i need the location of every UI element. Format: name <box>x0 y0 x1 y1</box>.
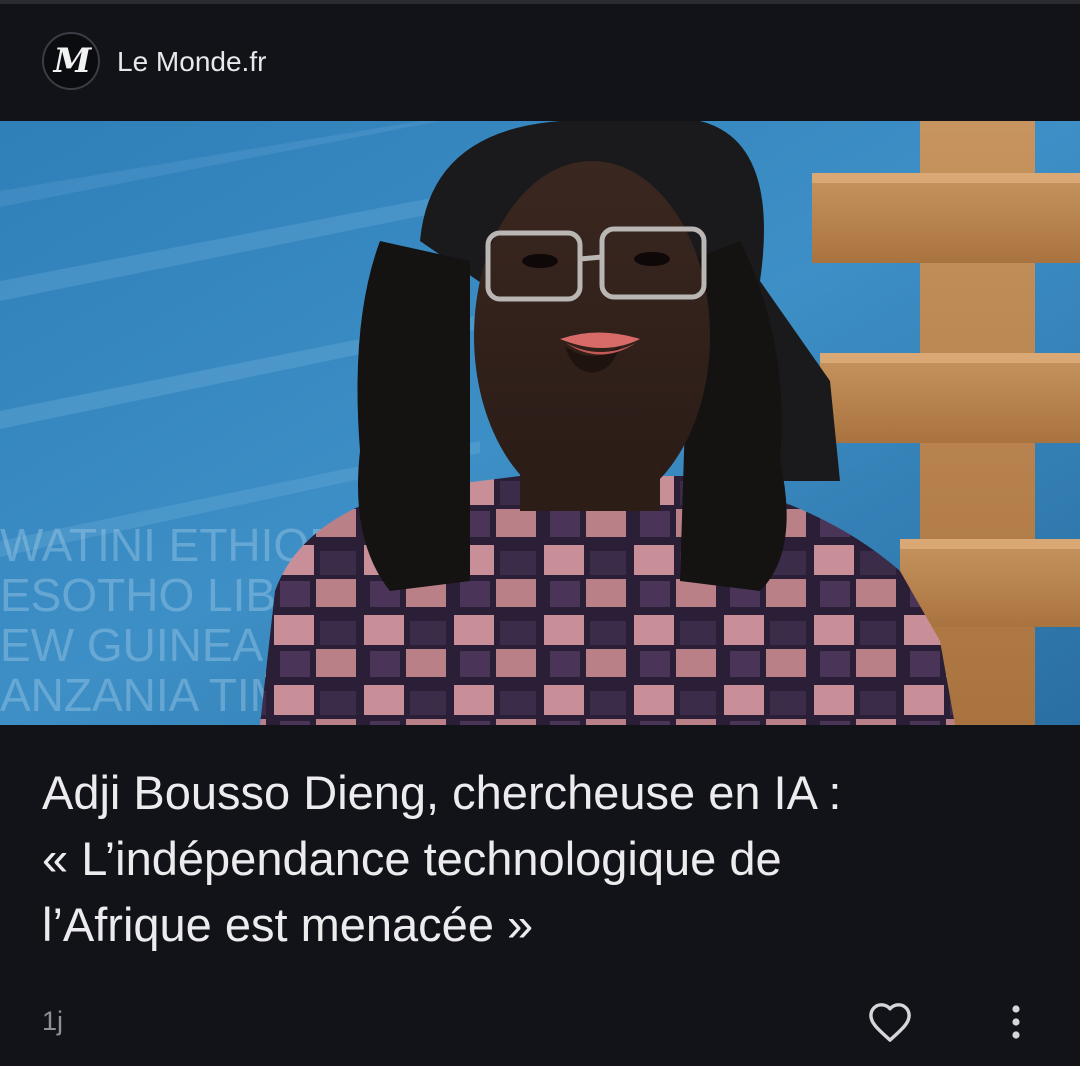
bg-word-4: ANZANIA TIM <box>0 669 288 721</box>
news-card[interactable]: M Le Monde.fr WATINI ETHIOP ESOTHO LIBE … <box>0 0 1080 1066</box>
headline-line-3: l’Afrique est menacée » <box>42 898 534 951</box>
article-age: 1j <box>42 1006 64 1036</box>
like-button[interactable] <box>864 996 916 1048</box>
more-options-button[interactable] <box>992 996 1040 1048</box>
source-name: Le Monde.fr <box>117 46 267 77</box>
article-headline[interactable]: Adji Bousso Dieng, chercheuse en IA : « … <box>42 760 1032 958</box>
source-logo: M <box>42 32 100 90</box>
bg-word-1: WATINI ETHIOP <box>0 519 340 571</box>
portrait-photo-icon: WATINI ETHIOP ESOTHO LIBE EW GUINEA P AN… <box>0 121 1080 725</box>
hero-image[interactable]: WATINI ETHIOP ESOTHO LIBE EW GUINEA P AN… <box>0 121 1080 725</box>
bg-word-3: EW GUINEA P <box>0 619 304 671</box>
headline-line-2: « L’indépendance technologique de <box>42 832 782 885</box>
card-footer: 1j <box>0 990 1080 1060</box>
bg-word-2: ESOTHO LIBE <box>0 569 307 621</box>
more-vert-icon <box>1012 1005 1020 1039</box>
heart-outline-icon <box>869 1003 911 1042</box>
logo-letter: M <box>53 41 92 81</box>
headline-line-1: Adji Bousso Dieng, chercheuse en IA : <box>42 766 842 819</box>
source-header[interactable]: M Le Monde.fr <box>0 4 1080 121</box>
